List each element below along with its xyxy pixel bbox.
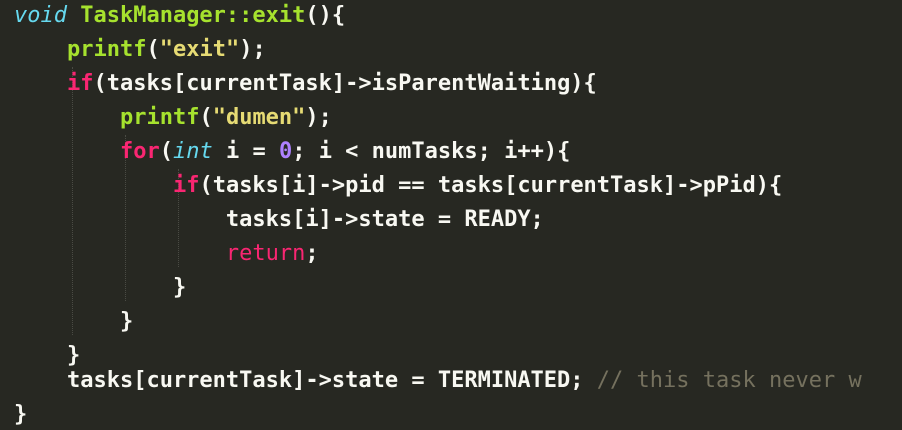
code-token: return: [225, 241, 306, 266]
code-token: );: [305, 105, 332, 130]
code-line[interactable]: if(tasks[i]->pid == tasks[currentTask]->…: [14, 169, 782, 203]
code-line[interactable]: return;: [14, 237, 319, 271]
code-token: if: [172, 173, 200, 198]
code-line[interactable]: printf("dumen");: [14, 101, 332, 135]
code-token: }: [14, 402, 28, 427]
code-line[interactable]: void TaskManager::exit(){: [14, 0, 345, 33]
code-token: // this task never w: [596, 368, 862, 393]
code-line[interactable]: }: [14, 398, 27, 430]
code-token: int: [172, 139, 213, 164]
code-token: (: [199, 105, 213, 130]
code-token: for: [119, 139, 160, 164]
code-token: );: [239, 37, 266, 62]
code-line[interactable]: }: [14, 271, 186, 305]
code-token: printf: [119, 105, 200, 130]
code-token: "dumen": [212, 105, 306, 130]
code-token: }: [14, 309, 134, 334]
code-editor[interactable]: void TaskManager::exit(){ printf("exit")…: [0, 0, 902, 430]
code-token: (: [159, 139, 173, 164]
code-token: tasks[currentTask]->state = TERMINATED;: [14, 368, 597, 393]
code-token: void: [14, 3, 67, 28]
code-token: ;: [305, 241, 319, 266]
code-token: tasks[i]->state = READY;: [14, 207, 544, 232]
code-token: i =: [212, 139, 279, 164]
code-token: ; i < numTasks; i++){: [292, 139, 571, 164]
code-line[interactable]: for(int i = 0; i < numTasks; i++){: [14, 135, 570, 169]
code-token: }: [14, 275, 187, 300]
code-token: (){: [305, 3, 346, 28]
code-token: (: [146, 37, 160, 62]
code-line[interactable]: printf("exit");: [14, 33, 266, 67]
code-line[interactable]: tasks[i]->state = READY;: [14, 203, 544, 237]
code-token: (tasks[i]->pid == tasks[currentTask]->pP…: [199, 173, 783, 198]
code-line[interactable]: }: [14, 305, 133, 339]
code-area[interactable]: void TaskManager::exit(){ printf("exit")…: [14, 0, 902, 430]
code-token: if: [66, 71, 94, 96]
code-token: "exit": [159, 37, 240, 62]
code-token: printf: [66, 37, 147, 62]
code-line[interactable]: if(tasks[currentTask]->isParentWaiting){: [14, 67, 597, 101]
code-token: TaskManager::exit: [66, 3, 306, 28]
code-line[interactable]: tasks[currentTask]->state = TERMINATED; …: [14, 364, 862, 398]
code-token: 0: [278, 139, 293, 164]
code-token: (tasks[currentTask]->isParentWaiting){: [93, 71, 597, 96]
